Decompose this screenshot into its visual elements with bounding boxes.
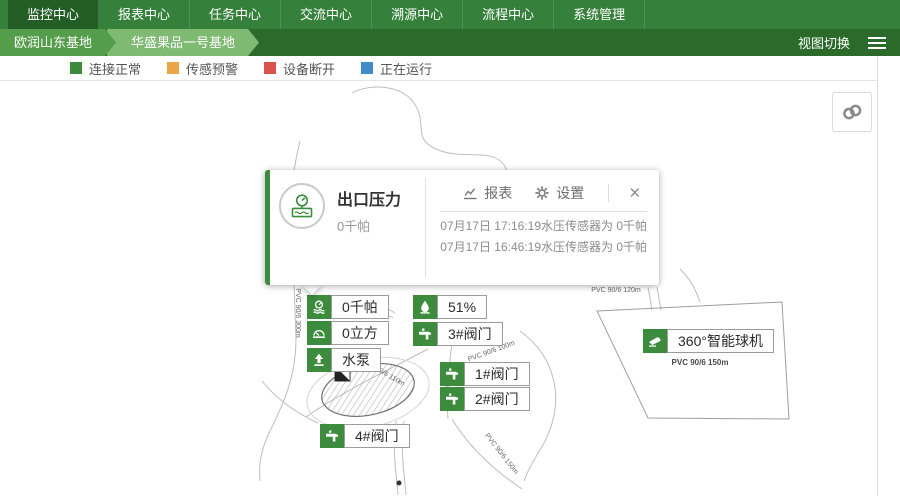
popup-actions-divider <box>608 184 609 202</box>
legend-running: 正在运行 <box>361 59 432 78</box>
breadcrumb-site[interactable]: 华盛果品一号基地 <box>107 29 259 56</box>
content-area: 连接正常 传感预警 设备断开 正在运行 <box>0 56 900 496</box>
camera-icon <box>643 329 667 353</box>
popup-divider <box>440 211 647 212</box>
legend-disconnected: 设备断开 <box>264 59 335 78</box>
status-legend: 连接正常 传感预警 设备断开 正在运行 <box>0 56 877 81</box>
device-outlet-pressure[interactable]: 0千帕 <box>307 295 389 319</box>
map-annotation: PVC 90/6 120m <box>591 287 641 294</box>
popup-title: 出口压力 <box>337 183 401 210</box>
nav-item-process-center[interactable]: 流程中心 <box>463 0 554 29</box>
map-panel: 连接正常 传感预警 设备断开 正在运行 <box>0 56 878 496</box>
nav-item-trace-center[interactable]: 溯源中心 <box>372 0 463 29</box>
valve-icon <box>440 362 464 386</box>
settings-button[interactable]: 设置 <box>534 183 584 203</box>
close-icon[interactable]: × <box>627 184 642 203</box>
base-map-drawing: PVC 90/6 120m PVC 90/6 150m PVC 90/6 300… <box>0 81 877 496</box>
valve-icon <box>440 387 464 411</box>
legend-disconnected-swatch <box>264 62 276 74</box>
popup-accent-bar <box>265 170 270 285</box>
legend-connected: 连接正常 <box>70 59 141 78</box>
settings-label: 设置 <box>556 183 584 203</box>
water-level-icon <box>413 295 437 319</box>
device-label: 51% <box>437 295 487 319</box>
device-valve-2[interactable]: 2#阀门 <box>440 387 530 411</box>
device-valve-4[interactable]: 4#阀门 <box>320 424 410 448</box>
device-pump[interactable]: 水泵 <box>307 348 381 372</box>
nav-item-report-center[interactable]: 报表中心 <box>99 0 190 29</box>
device-label: 0立方 <box>331 321 389 345</box>
device-label: 3#阀门 <box>437 322 503 346</box>
device-ptz-camera[interactable]: 360°智能球机 <box>643 329 774 353</box>
device-flow-meter[interactable]: 0立方 <box>307 321 389 345</box>
device-valve-3[interactable]: 3#阀门 <box>413 322 503 346</box>
sensor-log-entry: 07月17日 16:46:19水压传感器为 0千帕 <box>440 237 647 258</box>
flow-meter-icon <box>307 321 331 345</box>
right-gutter <box>878 56 900 496</box>
breadcrumb-base[interactable]: 欧润山东基地 <box>0 29 116 56</box>
device-water-level[interactable]: 51% <box>413 295 487 319</box>
top-navigation: 监控中心 报表中心 任务中心 交流中心 溯源中心 流程中心 系统管理 <box>0 0 900 29</box>
base-map-area[interactable]: PVC 90/6 120m PVC 90/6 150m PVC 90/6 300… <box>0 81 877 496</box>
breadcrumb-bar: 欧润山东基地 华盛果品一号基地 视图切换 <box>0 29 900 56</box>
pump-icon <box>307 348 331 372</box>
legend-running-swatch <box>361 62 373 74</box>
map-annotation: PVC 90/6 150m <box>672 358 729 367</box>
nav-item-task-center[interactable]: 任务中心 <box>190 0 281 29</box>
device-label: 360°智能球机 <box>667 329 774 353</box>
legend-sensor-warning-label: 传感预警 <box>186 59 238 78</box>
map-annotation: PVC 90/6 150m <box>483 432 519 475</box>
device-label: 4#阀门 <box>344 424 410 448</box>
view-switch-button[interactable]: 视图切换 <box>798 33 850 52</box>
legend-disconnected-label: 设备断开 <box>283 59 335 78</box>
sensor-log-entry: 07月17日 17:16:19水压传感器为 0千帕 <box>440 216 647 237</box>
device-label: 1#阀门 <box>464 362 530 386</box>
nav-item-exchange-center[interactable]: 交流中心 <box>281 0 372 29</box>
link-icon <box>840 100 864 124</box>
pressure-gauge-icon <box>307 295 331 319</box>
chart-icon <box>462 185 478 201</box>
legend-connected-label: 连接正常 <box>89 59 141 78</box>
map-annotation: PVC 90/6 300m <box>294 288 301 338</box>
link-button[interactable] <box>832 92 872 132</box>
gear-icon <box>534 185 550 201</box>
nav-item-system-manage[interactable]: 系统管理 <box>554 0 645 29</box>
legend-sensor-warning-swatch <box>167 62 179 74</box>
report-button[interactable]: 报表 <box>462 183 512 203</box>
device-valve-1[interactable]: 1#阀门 <box>440 362 530 386</box>
legend-connected-swatch <box>70 62 82 74</box>
device-label: 2#阀门 <box>464 387 530 411</box>
popup-value: 0千帕 <box>337 216 401 235</box>
sensor-popup: 出口压力 0千帕 报表 设置 <box>265 170 659 285</box>
valve-icon <box>413 322 437 346</box>
water-pressure-gauge-icon <box>279 183 325 229</box>
legend-sensor-warning: 传感预警 <box>167 59 238 78</box>
menu-icon[interactable] <box>868 37 886 49</box>
nav-item-monitor-center[interactable]: 监控中心 <box>8 0 99 29</box>
legend-running-label: 正在运行 <box>380 59 432 78</box>
report-label: 报表 <box>484 183 512 203</box>
device-label: 0千帕 <box>331 295 389 319</box>
device-label: 水泵 <box>331 348 381 372</box>
valve-icon <box>320 424 344 448</box>
